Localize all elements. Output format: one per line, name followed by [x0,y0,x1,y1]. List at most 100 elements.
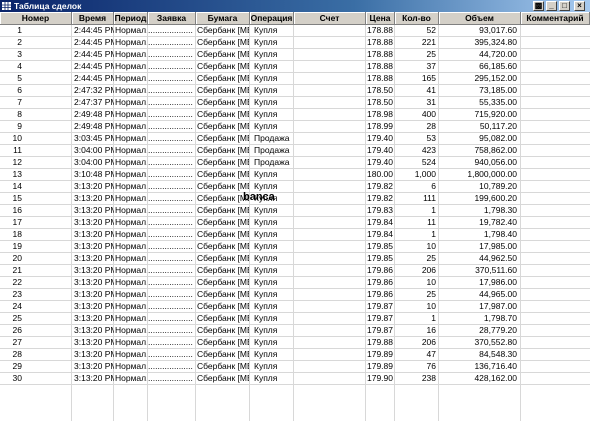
cell-operation: Купля [254,277,278,287]
cell-volume: 19,782.40 [479,217,517,227]
cell-price: 179.84 [367,217,393,227]
cell-order: ................... [148,121,193,131]
cell-period: Нормал... [115,325,147,335]
table-row[interactable]: 28 3:13:20 PMНормал......................… [0,349,590,361]
cell-period: Нормал... [115,289,147,299]
column-header-operation[interactable]: Операция [250,12,294,25]
cell-account [295,193,364,204]
cell-security: Сбербанк [МБ [197,49,249,59]
cell-volume: 715,920.00 [474,109,517,119]
table-row[interactable]: 14 3:13:20 PMНормал......................… [0,181,590,193]
cell-account [295,133,364,144]
cell-account [295,169,364,180]
cell-volume: 940,056.00 [474,157,517,167]
cell-number: 29 [12,361,22,371]
table-row[interactable]: 4 2:44:45 PMНормал...................... С… [0,61,590,73]
cell-period: Нормал... [115,193,147,203]
column-header-volume[interactable]: Объем [439,12,521,25]
column-header-price[interactable]: Цена [366,12,395,25]
cell-quantity: 52 [426,25,436,35]
cell-price: 179.86 [367,289,393,299]
cell-price: 178.98 [367,109,393,119]
table-row[interactable]: 19 3:13:20 PMНормал......................… [0,241,590,253]
cell-order: ................... [148,193,193,203]
column-header-time[interactable]: Время [72,12,114,25]
table-row[interactable]: 30 3:13:20 PMНормал......................… [0,373,590,385]
cell-time: 2:44:45 PM [74,61,114,71]
cell-security: Сбербанк [МБ [197,97,249,107]
column-header-order[interactable]: Заявка [148,12,196,25]
table-row[interactable]: 2 2:44:45 PMНормал...................... С… [0,37,590,49]
table-row[interactable]: 11 3:04:00 PMНормал......................… [0,145,590,157]
pattern-icon[interactable]: ▩ [533,1,544,11]
cell-comment [522,265,588,276]
minimize-button[interactable]: _ [546,1,557,11]
column-header-security[interactable]: Бумага [196,12,250,25]
maximize-button[interactable]: □ [559,1,570,11]
table-row[interactable]: 23 3:13:20 PMНормал......................… [0,289,590,301]
table-row[interactable]: 12 3:04:00 PMНормал......................… [0,157,590,169]
cell-price: 179.90 [367,373,393,383]
close-button[interactable]: × [574,1,585,11]
cell-account [295,109,364,120]
cell-account [295,37,364,48]
cell-quantity: 206 [421,265,436,275]
table-row[interactable]: 16 3:13:20 PMНормал......................… [0,205,590,217]
column-header-quantity[interactable]: Кол-во [395,12,439,25]
table-row[interactable]: 10 3:03:45 PMНормал......................… [0,133,590,145]
table-row[interactable]: 13 3:10:48 PMНормал......................… [0,169,590,181]
cell-period: Нормал... [115,169,147,179]
table-row[interactable]: 1 2:44:45 PMНормал...................... С… [0,25,590,37]
table-row[interactable]: 22 3:13:20 PMНормал......................… [0,277,590,289]
cell-time: 3:04:00 PM [74,157,114,167]
column-header-account[interactable]: Счет [294,12,366,25]
cell-price: 179.86 [367,265,393,275]
cell-price: 179.40 [367,157,393,167]
cell-order: ................... [148,37,193,47]
table-row[interactable]: 21 3:13:20 PMНормал......................… [0,265,590,277]
cell-time: 3:13:20 PM [74,361,114,371]
window-titlebar[interactable]: Таблица сделок ▩ _ □ × [0,0,590,12]
cell-operation: Продажа [254,145,290,155]
cell-quantity: 1 [431,229,436,239]
cell-comment [522,133,588,144]
cell-number: 24 [12,301,22,311]
table-row[interactable]: 24 3:13:20 PMНормал......................… [0,301,590,313]
cell-comment [522,217,588,228]
table-row[interactable]: 3 2:44:45 PMНормал...................... С… [0,49,590,61]
cell-account [295,25,364,36]
cell-security: Сбербанк [МБ [197,265,249,275]
table-row[interactable]: 7 2:47:37 PMНормал...................... С… [0,97,590,109]
table-row[interactable]: 9 2:49:48 PMНормал...................... С… [0,121,590,133]
cell-quantity: 165 [421,73,436,83]
table-row[interactable]: 25 3:13:20 PMНормал......................… [0,313,590,325]
table-row[interactable]: 15 3:13:20 PMНормал......................… [0,193,590,205]
table-row[interactable]: 29 3:13:20 PMНормал......................… [0,361,590,373]
table-row[interactable]: 17 3:13:20 PMНормал......................… [0,217,590,229]
column-header-number[interactable]: Номер [0,12,72,25]
cell-security: Сбербанк [МБ [197,349,249,359]
table-row[interactable]: 5 2:44:45 PMНормал...................... С… [0,73,590,85]
table-row[interactable]: 26 3:13:20 PMНормал......................… [0,325,590,337]
table-row[interactable]: 18 3:13:20 PMНормал......................… [0,229,590,241]
window-title: Таблица сделок [14,1,82,11]
cell-price: 179.40 [367,145,393,155]
table-row[interactable]: 27 3:13:20 PMНормал......................… [0,337,590,349]
table-row[interactable]: 20 3:13:20 PMНормал......................… [0,253,590,265]
table-row[interactable]: 6 2:47:32 PMНормал...................... С… [0,85,590,97]
cell-account [295,361,364,372]
cell-comment [522,145,588,156]
cell-order: ................... [148,265,193,275]
cell-price: 179.85 [367,253,393,263]
cell-account [295,49,364,60]
cell-account [295,73,364,84]
cell-account [295,241,364,252]
table-row[interactable]: 8 2:49:48 PMНормал...................... С… [0,109,590,121]
cell-order: ................... [148,361,193,371]
column-header-comment[interactable]: Комментарий [521,12,590,25]
cell-price: 179.82 [367,193,393,203]
cell-operation: Купля [254,325,278,335]
column-header-period[interactable]: Период [114,12,148,25]
cell-order: ................... [148,49,193,59]
cell-account [295,337,364,348]
